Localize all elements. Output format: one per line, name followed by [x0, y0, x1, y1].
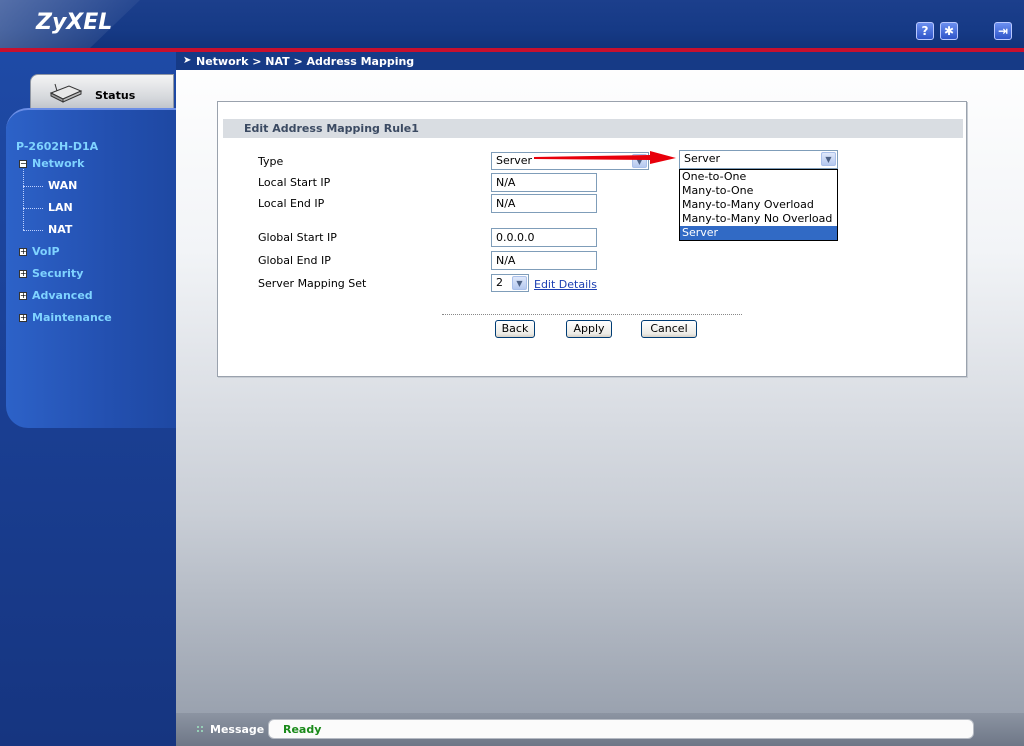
sidebar-item-nat[interactable]: NAT	[48, 223, 72, 236]
panel-title: Edit Address Mapping Rule1	[244, 122, 419, 135]
message-label: Message	[210, 723, 265, 736]
type-label: Type	[258, 155, 284, 168]
sidebar-item-voip[interactable]: VoIP	[32, 245, 60, 258]
logout-icon[interactable]: ⇥	[994, 22, 1012, 40]
sidebar: Status P-2602H-D1A − Network WAN LAN NAT…	[0, 52, 176, 746]
tree-line	[23, 230, 43, 231]
annotation-arrow-icon	[534, 151, 676, 164]
expand-icon[interactable]: +	[19, 248, 27, 256]
server-mapping-set-label: Server Mapping Set	[258, 277, 367, 290]
breadcrumb: Network > NAT > Address Mapping	[196, 55, 415, 68]
divider	[442, 314, 742, 315]
help-icon[interactable]: ?	[916, 22, 934, 40]
type-select-left-value: Server	[496, 154, 533, 167]
global-start-ip-label: Global Start IP	[258, 231, 337, 244]
edit-details-link[interactable]: Edit Details	[534, 278, 597, 291]
sidebar-item-security[interactable]: Security	[32, 267, 83, 280]
sidebar-item-lan[interactable]: LAN	[48, 201, 73, 214]
collapse-icon[interactable]: −	[19, 160, 27, 168]
type-option-many-to-many-no-overload[interactable]: Many-to-Many No Overload	[680, 212, 837, 226]
type-option-server[interactable]: Server	[680, 226, 837, 240]
top-header: ZyXEL ? ✱ ⇥	[0, 0, 1024, 48]
panel-title-bar: Edit Address Mapping Rule1	[223, 119, 963, 138]
tree-line	[23, 208, 43, 209]
global-end-ip-input[interactable]: N/A	[491, 251, 597, 270]
expand-icon[interactable]: +	[19, 292, 27, 300]
type-dropdown-list: One-to-One Many-to-One Many-to-Many Over…	[679, 169, 838, 241]
message-field: Ready	[268, 719, 974, 739]
router-icon	[49, 83, 83, 103]
server-mapping-set-value: 2	[496, 276, 503, 289]
back-button[interactable]: Back	[495, 320, 535, 338]
type-option-many-to-one[interactable]: Many-to-One	[680, 184, 837, 198]
message-dots-icon	[196, 725, 203, 732]
expand-icon[interactable]: +	[19, 314, 27, 322]
sidebar-item-network[interactable]: Network	[32, 157, 84, 170]
type-select-right-value: Server	[684, 152, 721, 165]
type-option-many-to-many-overload[interactable]: Many-to-Many Overload	[680, 198, 837, 212]
device-name: P-2602H-D1A	[16, 140, 99, 153]
server-mapping-set-select[interactable]: 2 ▼	[491, 274, 529, 292]
tree-line	[23, 186, 43, 187]
wizard-icon[interactable]: ✱	[940, 22, 958, 40]
expand-icon[interactable]: +	[19, 270, 27, 278]
type-select-right[interactable]: Server ▼	[679, 150, 838, 169]
local-end-ip-input[interactable]: N/A	[491, 194, 597, 213]
status-bar: Message Ready	[176, 713, 1024, 746]
message-text: Ready	[283, 723, 322, 736]
breadcrumb-bar: ➤ Network > NAT > Address Mapping	[176, 52, 1024, 70]
status-tab-label: Status	[95, 89, 136, 102]
global-start-ip-input[interactable]: 0.0.0.0	[491, 228, 597, 247]
cancel-button[interactable]: Cancel	[641, 320, 697, 338]
local-start-ip-input[interactable]: N/A	[491, 173, 597, 192]
apply-button[interactable]: Apply	[566, 320, 612, 338]
sidebar-item-wan[interactable]: WAN	[48, 179, 77, 192]
tree-line	[23, 164, 24, 230]
global-end-ip-label: Global End IP	[258, 254, 331, 267]
chevron-down-icon[interactable]: ▼	[512, 276, 527, 290]
sidebar-item-advanced[interactable]: Advanced	[32, 289, 93, 302]
type-option-one-to-one[interactable]: One-to-One	[680, 170, 837, 184]
local-start-ip-label: Local Start IP	[258, 176, 331, 189]
sidebar-item-maintenance[interactable]: Maintenance	[32, 311, 112, 324]
breadcrumb-arrow-icon: ➤	[183, 55, 192, 66]
chevron-down-icon[interactable]: ▼	[821, 152, 836, 166]
zyxel-logo: ZyXEL	[36, 10, 113, 35]
local-end-ip-label: Local End IP	[258, 197, 325, 210]
edit-rule-panel: Edit Address Mapping Rule1 Type Server ▼…	[217, 101, 967, 377]
